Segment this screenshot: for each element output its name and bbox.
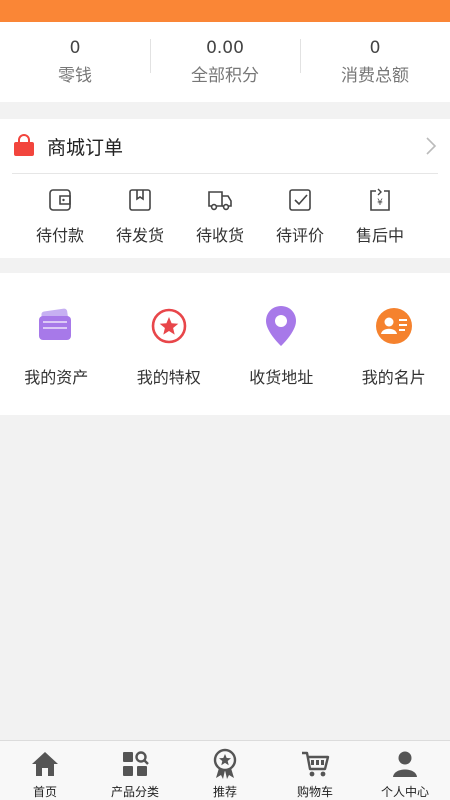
shopping-bag-icon (12, 134, 36, 158)
order-tab-label: 待评价 (275, 226, 324, 245)
tools-card: 我的资产 我的特权 收货地址 我的名片 (0, 273, 450, 415)
nav-categories[interactable]: 产品分类 (90, 741, 180, 800)
orders-title: 商城订单 (47, 136, 124, 159)
stat-points[interactable]: 0.00 全部积分 (150, 37, 300, 87)
stat-label: 全部积分 (191, 66, 259, 86)
cart-icon (270, 747, 360, 781)
svg-text:¥: ¥ (377, 198, 383, 208)
account-stats: 0 零钱 0.00 全部积分 0 消费总额 (0, 22, 450, 102)
nav-label: 产品分类 (110, 785, 159, 799)
order-tab-label: 待付款 (35, 226, 84, 245)
nav-label: 购物车 (296, 785, 333, 799)
nav-label: 推荐 (212, 785, 237, 799)
stat-change[interactable]: 0 零钱 (0, 37, 150, 87)
package-icon (100, 186, 180, 214)
order-tab-pending-shipment[interactable]: 待发货 (100, 174, 180, 257)
home-icon (0, 747, 90, 781)
chevron-right-icon[interactable] (424, 137, 438, 155)
refund-icon: ¥ (340, 186, 420, 214)
wallet-icon (20, 186, 100, 214)
stat-label: 消费总额 (341, 66, 409, 86)
tool-my-card[interactable]: 我的名片 (338, 273, 450, 415)
stat-total-spend[interactable]: 0 消费总额 (300, 37, 450, 87)
order-tab-pending-review[interactable]: 待评价 (260, 174, 340, 257)
nav-recommend[interactable]: 推荐 (180, 741, 270, 800)
location-pin-icon (225, 303, 338, 349)
tool-my-assets[interactable]: 我的资产 (0, 273, 113, 415)
orders-header[interactable]: 商城订单 (12, 119, 438, 174)
bottom-nav: 首页 产品分类 推荐 购物车 个人中心 (0, 740, 450, 800)
tool-label: 我的特权 (136, 368, 201, 387)
tool-my-privileges[interactable]: 我的特权 (113, 273, 226, 415)
order-tab-label: 待发货 (115, 226, 164, 245)
stat-value: 0.00 (206, 38, 244, 58)
order-tab-pending-receipt[interactable]: 待收货 (180, 174, 260, 257)
order-tab-label: 售后中 (355, 226, 404, 245)
profile-card-icon (338, 303, 450, 349)
tool-label: 收货地址 (249, 368, 314, 387)
orders-card: 商城订单 待付款 待发货 待收货 待评价 ¥ 售后中 (0, 119, 450, 258)
star-badge-icon (113, 303, 226, 349)
check-box-icon (260, 186, 340, 214)
header-bar (0, 0, 450, 22)
order-tab-label: 待收货 (195, 226, 244, 245)
order-tab-after-sales[interactable]: ¥ 售后中 (340, 174, 420, 257)
stat-value: 0 (69, 38, 81, 58)
order-status-tabs: 待付款 待发货 待收货 待评价 ¥ 售后中 (0, 174, 450, 257)
user-icon (360, 747, 450, 781)
tool-label: 我的资产 (24, 368, 89, 387)
order-tab-pending-payment[interactable]: 待付款 (20, 174, 100, 257)
tool-shipping-address[interactable]: 收货地址 (225, 273, 338, 415)
purse-icon (0, 303, 113, 349)
page: 0 零钱 0.00 全部积分 0 消费总额 商城订单 待付款 待发货 待收货 待… (0, 0, 450, 800)
stat-label: 零钱 (58, 66, 92, 86)
truck-icon (180, 186, 260, 214)
nav-cart[interactable]: 购物车 (270, 741, 360, 800)
nav-profile[interactable]: 个人中心 (360, 741, 450, 800)
stat-value: 0 (369, 38, 381, 58)
category-icon (90, 747, 180, 781)
award-icon (180, 747, 270, 781)
nav-home[interactable]: 首页 (0, 741, 90, 800)
nav-label: 个人中心 (380, 785, 429, 799)
nav-label: 首页 (32, 785, 57, 799)
tool-label: 我的名片 (361, 368, 426, 387)
